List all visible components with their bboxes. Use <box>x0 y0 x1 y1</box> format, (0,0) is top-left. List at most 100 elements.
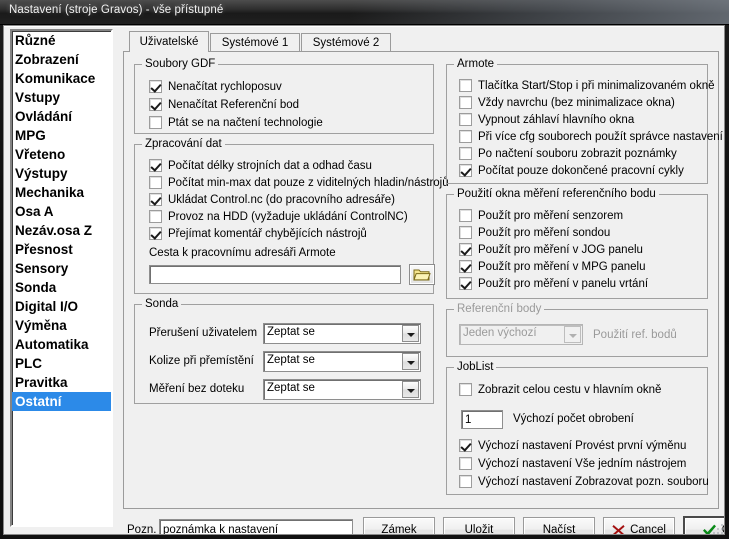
checkbox-tlacitka-start-stop[interactable]: Tlačítka Start/Stop i při minimalizované… <box>459 78 714 93</box>
sidebar-item[interactable]: Ovládání <box>12 107 111 126</box>
checkbox-zobrazit-celou-cestu[interactable]: Zobrazit celou cestu v hlavním okně <box>459 382 661 397</box>
chevron-down-icon[interactable] <box>402 353 419 370</box>
checkbox-box[interactable] <box>459 383 472 396</box>
group-title: Zpracování dat <box>142 138 225 150</box>
tab-1[interactable]: Uživatelské <box>129 31 209 52</box>
checkbox-ukladat-controlnc[interactable]: Ukládat Control.nc (do pracovního adresá… <box>149 192 395 207</box>
checkbox-vzdy-navrchu[interactable]: Vždy navrchu (bez minimalizace okna) <box>459 95 675 110</box>
sidebar-item[interactable]: Zobrazení <box>12 50 111 69</box>
sidebar-item[interactable]: Pravitka <box>12 373 111 392</box>
checkbox-box[interactable] <box>459 439 472 452</box>
chevron-down-icon[interactable] <box>402 325 419 342</box>
sidebar-item[interactable]: Mechanika <box>12 183 111 202</box>
browse-folder-button[interactable] <box>409 264 435 285</box>
checkbox-box[interactable] <box>459 277 472 290</box>
checkbox-pocitat-pouze-dokoncene[interactable]: Počítat pouze dokončené pracovní cykly <box>459 163 684 178</box>
checkbox-box[interactable] <box>149 193 162 206</box>
tab-2[interactable]: Systémové 1 <box>210 33 300 52</box>
sidebar-item[interactable]: Nezáv.osa Z <box>12 221 111 240</box>
category-listbox[interactable]: Různé Zobrazení Komunikace Vstupy Ovládání MP… <box>10 29 113 527</box>
checkbox-pocitat-minmax[interactable]: Počítat min-max dat pouze z viditelných … <box>149 175 449 190</box>
checkbox-box[interactable] <box>149 159 162 172</box>
group-armote: Armote Tlačítka Start/Stop i při minimal… <box>446 58 723 184</box>
group-sonda: Sonda Přerušení uživatelem Zeptat se Kol… <box>134 298 434 404</box>
checkbox-box[interactable] <box>459 226 472 239</box>
sidebar-item[interactable]: Automatika <box>12 335 111 354</box>
sidebar-item[interactable]: Sonda <box>12 278 111 297</box>
checkbox-pri-vice-cfg[interactable]: Při více cfg souborech použít správce na… <box>459 129 723 144</box>
checkbox-provest-prvni-vymenu[interactable]: Výchozí nastavení Provést první výměnu <box>459 438 686 453</box>
checkbox-pouzit-sondou[interactable]: Použít pro měření sondou <box>459 225 610 240</box>
checkbox-nenacitat-referencni-bod[interactable]: Nenačítat Referenční bod <box>149 97 299 112</box>
tab-body: Soubory GDF Nenačítat rychloposuv Nenačí… <box>123 51 723 509</box>
sidebar-item[interactable]: Vstupy <box>12 88 111 107</box>
title-bar[interactable]: Nastavení (stroje Gravos) - vše přístupn… <box>0 0 729 25</box>
checkbox-prejimat-komentar[interactable]: Přejímat komentář chybějících nástrojů <box>149 226 367 241</box>
checkbox-box[interactable] <box>149 80 162 93</box>
save-button[interactable]: Uložit <box>443 517 515 534</box>
checkbox-ptat-se-na-nacteni-technologie[interactable]: Ptát se na načtení technologie <box>149 115 323 130</box>
lock-button[interactable]: Zámek <box>363 517 435 534</box>
checkbox-box[interactable] <box>149 98 162 111</box>
checkbox-po-nacteni-souboru[interactable]: Po načtení souboru zobrazit poznámky <box>459 146 677 161</box>
checkbox-pocitat-delky[interactable]: Počítat délky strojních dat a odhad času <box>149 158 372 173</box>
sidebar-item[interactable]: Výměna <box>12 316 111 335</box>
note-input[interactable] <box>159 519 353 534</box>
checkbox-box[interactable] <box>459 96 472 109</box>
group-soubory-gdf: Soubory GDF Nenačítat rychloposuv Nenačí… <box>134 58 434 134</box>
work-directory-input[interactable] <box>149 265 401 284</box>
sidebar-item[interactable]: Přesnost <box>12 240 111 259</box>
sidebar-item[interactable]: Komunikace <box>12 69 111 88</box>
sidebar-item[interactable]: Osa A <box>12 202 111 221</box>
checkbox-pouzit-jog-panel[interactable]: Použít pro měření v JOG panelu <box>459 242 643 257</box>
checkbox-box[interactable] <box>149 176 162 189</box>
red-x-icon <box>612 524 625 534</box>
label-kolize-pri-premisteni: Kolize při přemístění <box>149 355 254 367</box>
checkbox-pouzit-senzorem[interactable]: Použít pro měření senzorem <box>459 208 623 223</box>
chevron-down-icon[interactable] <box>564 326 581 343</box>
checkbox-vse-jednim-nastrojem[interactable]: Výchozí nastavení Vše jedním nástrojem <box>459 456 686 471</box>
sidebar-item[interactable]: Různé <box>12 31 111 50</box>
checkbox-provoz-na-hdd[interactable]: Provoz na HDD (vyžaduje ukládání Control… <box>149 209 408 224</box>
combo-referencni-body[interactable]: Jeden výchozí <box>459 324 583 345</box>
checkbox-pouzit-mpg-panel[interactable]: Použít pro měření v MPG panelu <box>459 259 645 274</box>
checkbox-box[interactable] <box>459 147 472 160</box>
sidebar-item[interactable]: Digital I/O <box>12 297 111 316</box>
path-label: Cesta k pracovnímu adresáři Armote <box>149 247 336 259</box>
checkbox-label: Nenačítat rychloposuv <box>168 80 282 93</box>
label-vychozi-pocet-obrobeni: Výchozí počet obrobení <box>513 413 634 425</box>
checkbox-box[interactable] <box>459 209 472 222</box>
sidebar-item[interactable]: Ostatní <box>12 392 111 411</box>
checkbox-box[interactable] <box>459 79 472 92</box>
checkbox-box[interactable] <box>459 260 472 273</box>
checkbox-box[interactable] <box>459 130 472 143</box>
note-label: Pozn. <box>127 524 157 535</box>
combo-mereni-bez-doteku[interactable]: Zeptat se <box>263 379 421 400</box>
checkbox-box[interactable] <box>459 243 472 256</box>
sidebar-item[interactable]: Sensory <box>12 259 111 278</box>
tab-3[interactable]: Systémové 2 <box>301 33 391 52</box>
combo-preruseni-uzivatelem[interactable]: Zeptat se <box>263 323 421 344</box>
combo-kolize-pri-premisteni[interactable]: Zeptat se <box>263 351 421 372</box>
title-bar-glow <box>349 0 729 24</box>
chevron-down-icon[interactable] <box>402 381 419 398</box>
sidebar-item[interactable]: Vřeteno <box>12 145 111 164</box>
sidebar-item[interactable]: MPG <box>12 126 111 145</box>
checkbox-box[interactable] <box>459 475 472 488</box>
default-workpiece-count-input[interactable] <box>461 410 503 429</box>
checkbox-box[interactable] <box>149 116 162 129</box>
resize-gripper-icon[interactable] <box>713 524 725 536</box>
load-button[interactable]: Načíst <box>523 517 595 534</box>
sidebar-item[interactable]: PLC <box>12 354 111 373</box>
checkbox-box[interactable] <box>459 164 472 177</box>
sidebar-item[interactable]: Výstupy <box>12 164 111 183</box>
cancel-button[interactable]: Cancel <box>603 517 675 534</box>
checkbox-zobrazovat-pozn-souboru[interactable]: Výchozí nastavení Zobrazovat pozn. soubo… <box>459 474 709 489</box>
checkbox-box[interactable] <box>459 457 472 470</box>
checkbox-box[interactable] <box>459 113 472 126</box>
checkbox-box[interactable] <box>149 210 162 223</box>
checkbox-vypnout-zahlavi[interactable]: Vypnout záhlaví hlavního okna <box>459 112 634 127</box>
checkbox-nenacitat-rychloposuv[interactable]: Nenačítat rychloposuv <box>149 79 282 94</box>
checkbox-box[interactable] <box>149 227 162 240</box>
checkbox-pouzit-panel-vrtani[interactable]: Použít pro měření v panelu vrtání <box>459 276 648 291</box>
